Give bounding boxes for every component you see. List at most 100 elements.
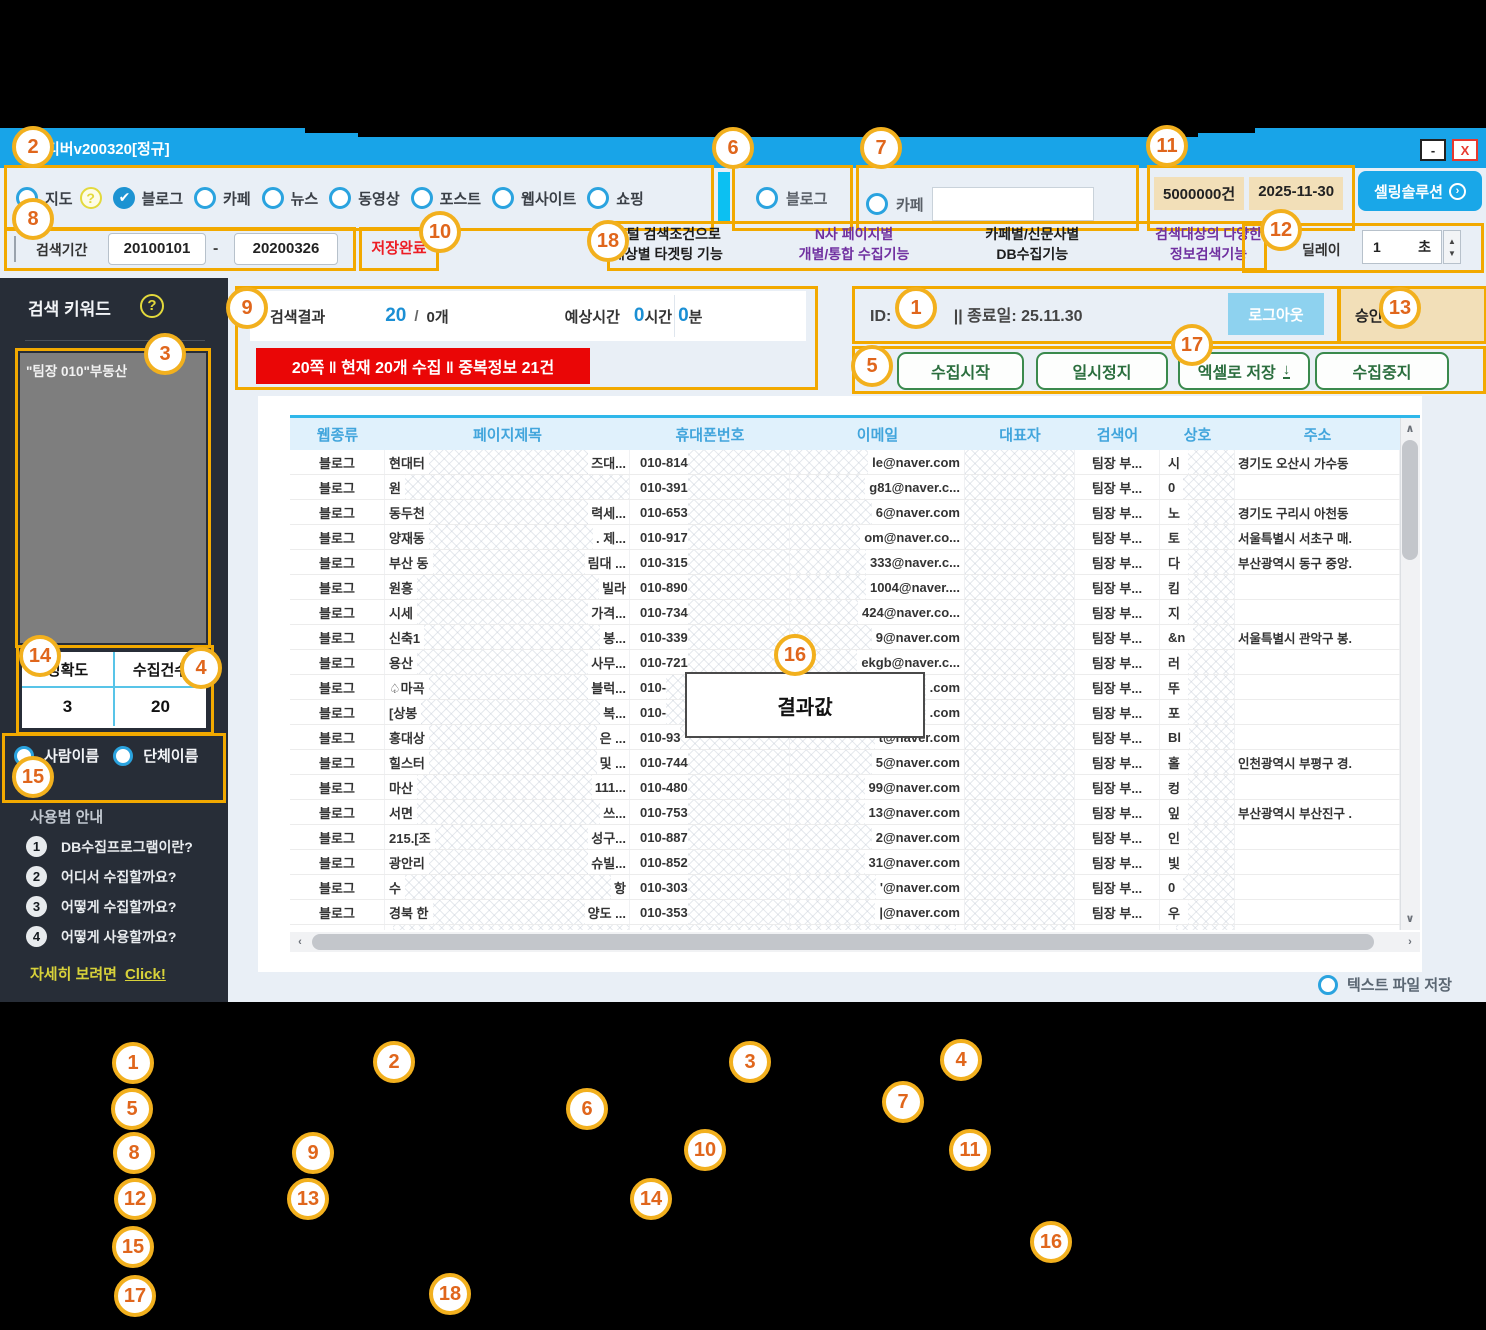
stop-collect-button[interactable]: 수집중지 (1315, 352, 1449, 390)
blog-radio-option[interactable]: 블로그 (756, 187, 827, 209)
period-from-input[interactable]: 20100101 (108, 233, 206, 265)
minimize-button[interactable]: - (1420, 139, 1446, 161)
pause-button[interactable]: 일시정지 (1036, 352, 1168, 390)
table-row[interactable]: 블로그광안리슈빌...010-85231@naver.com팀장 부...빛 (290, 850, 1400, 875)
action-label: 수집시작 (931, 359, 990, 383)
table-row[interactable]: 블로그시세가격...010-734424@naver.co...팀장 부...지 (290, 600, 1400, 625)
help-icon[interactable]: ? (80, 187, 102, 209)
delay-stepper[interactable]: ▲ ▼ (1443, 230, 1461, 264)
web-type: 블로그 (319, 803, 355, 822)
table-row[interactable]: 블로그원010-391g81@naver.c...팀장 부...0 (290, 475, 1400, 500)
table-row[interactable]: 블로그서면쓰...010-75313@naver.com팀장 부...잎부산광역… (290, 800, 1400, 825)
stepper-up-icon[interactable]: ▲ (1448, 237, 1456, 246)
keyword-textarea[interactable]: "팀장 010"부동산 (20, 353, 206, 643)
table-row[interactable]: 블로그양재동. 제...010-917om@naver.co...팀장 부...… (290, 525, 1400, 550)
email: 13@naver.com (865, 805, 964, 820)
annotation-marker-10: 10 (419, 211, 461, 253)
masked-area (688, 625, 789, 649)
address: 부산광역시 부산진구 . (1235, 803, 1355, 822)
cell-representative (965, 625, 1075, 649)
guide-item-4[interactable]: 4어떻게 사용할까요? (26, 926, 176, 947)
cafe-radio-option[interactable]: 카페 (866, 187, 1094, 221)
annotation-marker-16: 16 (1030, 1221, 1072, 1263)
logout-button[interactable]: 로그아웃 (1228, 293, 1324, 335)
title-end: 가격... (588, 603, 629, 622)
table-row[interactable]: 블로그원흥빌라010-8901004@naver....팀장 부...킴 (290, 575, 1400, 600)
title-start: ♤마곡 (385, 678, 429, 697)
period-to-input[interactable]: 20200326 (234, 233, 338, 265)
table-row[interactable]: 블로그수항010-303'@naver.com팀장 부...0 (290, 875, 1400, 900)
search-type-option-6[interactable]: 포스트 (411, 187, 481, 209)
keyword: 팀장 부... (1092, 478, 1142, 497)
scroll-down-icon[interactable]: ∨ (1400, 912, 1420, 925)
masked-area (1188, 800, 1234, 824)
search-type-option-5[interactable]: 동영상 (329, 187, 399, 209)
table-row[interactable]: 블로그부산 동림대 ...010-315333@naver.c...팀장 부..… (290, 550, 1400, 575)
vertical-scroll-thumb[interactable] (1402, 440, 1418, 560)
cafe-search-input[interactable] (932, 187, 1094, 221)
cell-address: 부산광역시 부산진구 . (1235, 800, 1400, 824)
table-row[interactable]: 블로그현대터즈대...010-814le@naver.com팀장 부...시경기… (290, 450, 1400, 475)
start-collect-button[interactable]: 수집시작 (897, 352, 1024, 390)
store-name: 지 (1160, 603, 1188, 622)
search-type-option-8[interactable]: 쇼핑 (587, 187, 644, 209)
column-header-1[interactable]: 웹종류 (290, 418, 385, 450)
column-header-8[interactable]: 주소 (1235, 418, 1400, 450)
keyword: 팀장 부... (1092, 853, 1142, 872)
email: ekgb@naver.c... (857, 655, 964, 670)
column-header-3[interactable]: 휴대폰번호 (630, 418, 790, 450)
table-row[interactable]: 블로그215.[조성구...010-8872@naver.com팀장 부...인 (290, 825, 1400, 850)
stepper-down-icon[interactable]: ▼ (1448, 249, 1456, 258)
scroll-left-icon[interactable]: ‹ (292, 936, 308, 948)
store-name: 다 (1160, 553, 1188, 572)
search-type-radio-group: 지도?블로그카페뉴스동영상포스트웹사이트쇼핑 (16, 170, 712, 226)
table-row[interactable]: 블로그신축1봉...010-3399@naver.com팀장 부...&n서울특… (290, 625, 1400, 650)
column-header-5[interactable]: 대표자 (965, 418, 1075, 450)
masked-area (1188, 450, 1234, 474)
guide-item-1[interactable]: 1DB수집프로그램이란? (26, 836, 193, 857)
cell-email: g81@naver.c... (790, 475, 965, 499)
store-name: 인 (1160, 828, 1188, 847)
guide-item-2[interactable]: 2어디서 수집할까요? (26, 866, 176, 887)
annotation-marker-1: 1 (895, 287, 937, 329)
title-start: 홍대상 (385, 728, 429, 747)
table-row[interactable]: 블로그동두천력세...010-6536@naver.com팀장 부...노경기도… (290, 500, 1400, 525)
keyword: 팀장 부... (1092, 728, 1142, 747)
masked-area (688, 550, 789, 574)
scroll-right-icon[interactable]: › (1402, 936, 1418, 948)
cell-phone: 010-339 (630, 625, 790, 649)
delay-input[interactable]: 1 초 (1362, 230, 1442, 264)
divider (14, 236, 16, 262)
radio-icon (329, 187, 351, 209)
table-row[interactable]: 블로그팀장 부... (290, 925, 1400, 930)
title-end: 블럭... (588, 678, 629, 697)
store-name: 홀 (1160, 753, 1188, 772)
masked-area (790, 900, 875, 924)
table-row[interactable]: 블로그마산111...010-48099@naver.com팀장 부...컹 (290, 775, 1400, 800)
guide-item-3[interactable]: 3어떻게 수집할까요? (26, 896, 176, 917)
table-row[interactable]: 블로그경북 한양도 ...010-353|@naver.com팀장 부...우 (290, 900, 1400, 925)
column-header-6[interactable]: 검색어 (1075, 418, 1160, 450)
help-icon[interactable]: ? (140, 294, 164, 318)
close-button[interactable]: X (1452, 139, 1478, 161)
more-info-link[interactable]: Click! (125, 966, 166, 983)
table-row[interactable]: 블로그힐스터및 ...010-7445@naver.com팀장 부...홀인천광… (290, 750, 1400, 775)
cell-representative (965, 725, 1075, 749)
horizontal-scroll-thumb[interactable] (312, 934, 1374, 950)
search-type-option-2[interactable]: 블로그 (113, 187, 183, 209)
column-header-4[interactable]: 이메일 (790, 418, 965, 450)
email: 333@naver.c... (866, 555, 964, 570)
text-file-save-option[interactable]: 텍스트 파일 저장 (1318, 974, 1452, 995)
scroll-up-icon[interactable]: ∧ (1400, 422, 1420, 435)
masked-area (417, 600, 588, 624)
search-type-option-4[interactable]: 뉴스 (262, 187, 319, 209)
selling-solution-button[interactable]: 셀링솔루션 › (1358, 171, 1482, 211)
search-type-option-3[interactable]: 카페 (194, 187, 251, 209)
search-type-option-7[interactable]: 웹사이트 (492, 187, 576, 209)
column-header-2[interactable]: 페이지제목 (385, 418, 630, 450)
name-radio-option-2[interactable]: 단체이름 (113, 745, 198, 766)
cell-email: 99@naver.com (790, 775, 965, 799)
annotation-marker-11: 11 (949, 1129, 991, 1171)
column-header-7[interactable]: 상호 (1160, 418, 1235, 450)
masked-area (417, 575, 599, 599)
